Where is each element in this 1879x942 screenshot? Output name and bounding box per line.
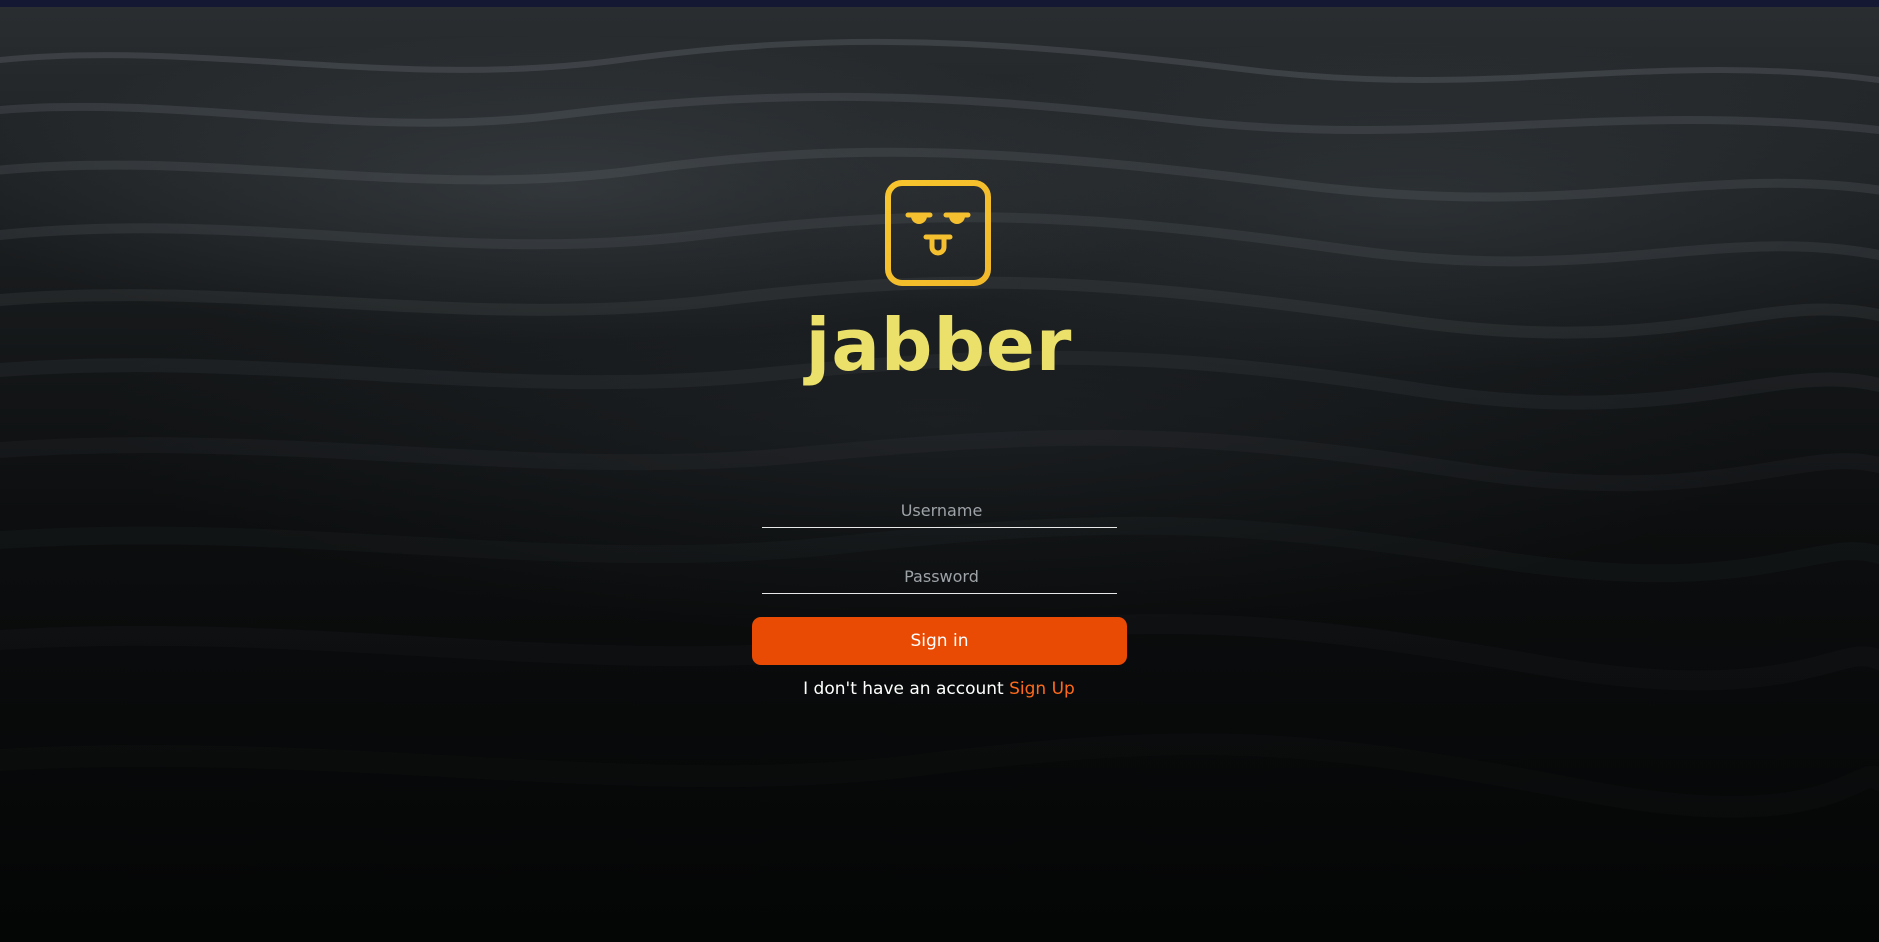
- tongue-face-icon: [885, 180, 991, 286]
- password-input[interactable]: [762, 558, 1121, 595]
- username-input[interactable]: [762, 492, 1121, 529]
- brand-wordmark: jabber: [805, 303, 1073, 387]
- sign-up-link[interactable]: Sign Up: [1009, 679, 1075, 699]
- sign-in-button[interactable]: Sign in: [752, 617, 1127, 665]
- login-page: jabber Sign in I don't have an account S…: [0, 0, 1879, 942]
- password-field[interactable]: [762, 558, 1121, 595]
- login-container: jabber Sign in I don't have an account S…: [0, 0, 1879, 942]
- signup-prompt-text: I don't have an account: [803, 679, 1004, 699]
- signup-prompt: I don't have an account Sign Up: [639, 677, 1239, 701]
- username-field[interactable]: [762, 492, 1121, 529]
